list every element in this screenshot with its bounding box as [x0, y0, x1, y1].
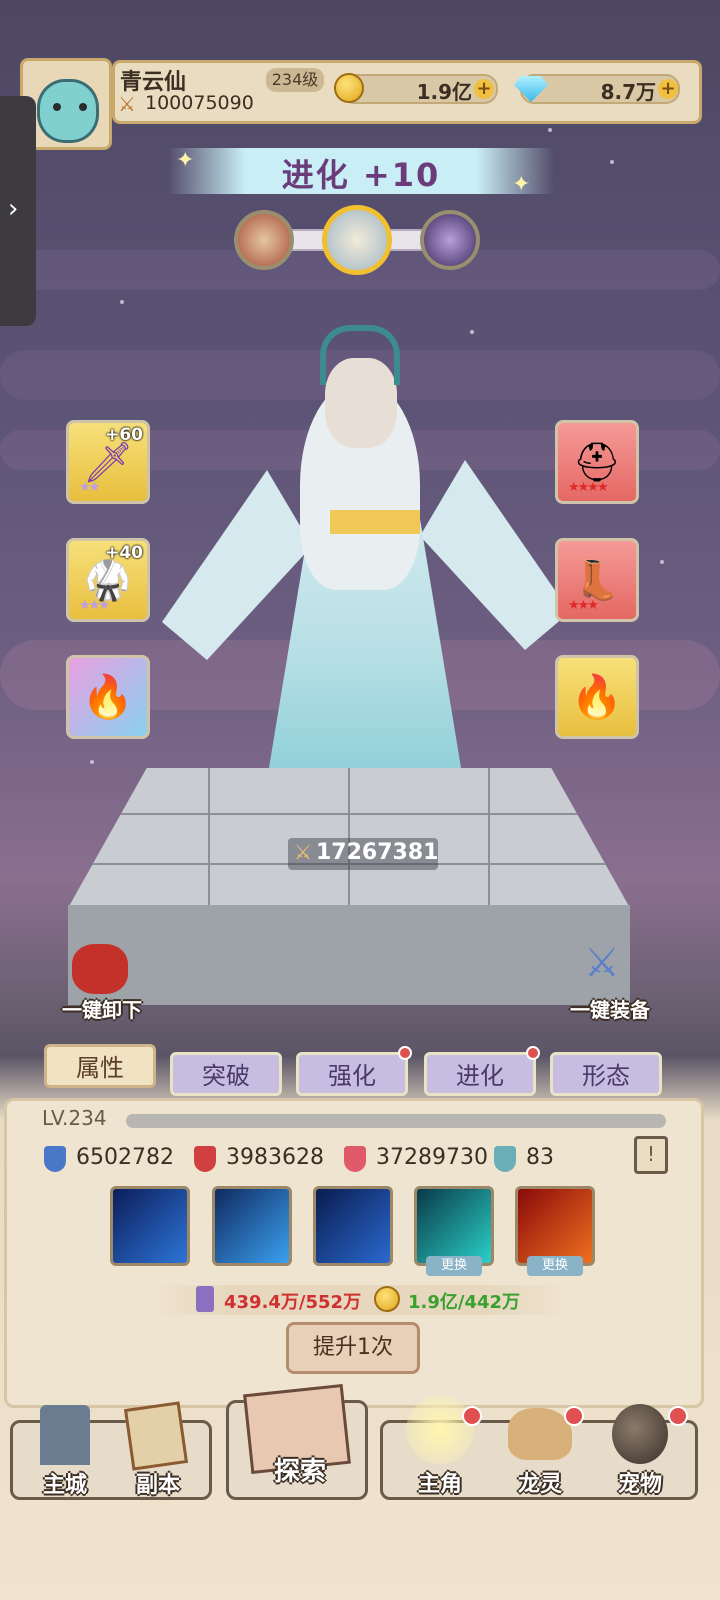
equip-all-label: 一键装备	[570, 998, 650, 1022]
tab-enhance[interactable]: 强化	[296, 1052, 408, 1096]
scroll-book-icon	[123, 1401, 189, 1471]
info-icon[interactable]: !	[634, 1136, 668, 1174]
helmet-icon: ⛑	[572, 439, 622, 484]
upgrade-once-button[interactable]: 提升1次	[286, 1322, 420, 1374]
resist-shield-icon	[494, 1146, 516, 1172]
gold-cost: 1.9亿/442万	[408, 1292, 521, 1313]
sword-icon: 🗡	[82, 439, 134, 486]
equip-all-button[interactable]: ⚔ 一键装备	[566, 940, 656, 1022]
nav-explore[interactable]: 探索	[226, 1383, 368, 1500]
enhance-level: +40	[105, 543, 143, 563]
equip-slot-helmet[interactable]: ⛑ ★★★★	[555, 420, 639, 504]
power-icon: ⚔	[294, 840, 312, 864]
evolution-stage-previous[interactable]	[234, 210, 294, 270]
player-level: 234级	[266, 68, 324, 92]
dragon-head-icon	[508, 1408, 572, 1460]
skill-slot-5[interactable]	[515, 1186, 595, 1266]
stat-attack: 3983628	[226, 1145, 324, 1170]
gold-coin-icon	[374, 1286, 400, 1312]
armor-icon: 🥋	[84, 557, 132, 602]
equip-slot-flame-rainbow[interactable]: 🔥	[66, 655, 150, 739]
crossed-swords-icon: ⚔	[584, 940, 620, 986]
tab-attributes[interactable]: 属性	[44, 1044, 156, 1088]
swap-skill-button[interactable]: 更换	[426, 1256, 482, 1276]
gem-value: 8.7万	[600, 80, 656, 104]
chevron-right-icon: ›	[8, 194, 19, 224]
stat-defense: 6502782	[76, 1145, 174, 1170]
tab-form[interactable]: 形态	[550, 1052, 662, 1096]
hero-level: LV.234	[42, 1106, 107, 1130]
enhance-level: +60	[105, 425, 143, 445]
castle-icon	[40, 1405, 90, 1465]
skill-slot-3[interactable]	[313, 1186, 393, 1266]
gold-value: 1.9亿	[416, 80, 472, 104]
equip-slot-weapon[interactable]: 🗡 +60 ★★	[66, 420, 150, 504]
stone-platform-side	[68, 905, 630, 1005]
nav-dungeon-label: 副本	[135, 1473, 180, 1498]
character-power-badge: ⚔ 17267381	[288, 838, 438, 870]
skill-slot-4[interactable]	[414, 1186, 494, 1266]
unequip-all-button[interactable]: 一键卸下	[62, 940, 142, 1022]
player-power: 100075090	[145, 92, 254, 114]
skill-slot-2[interactable]	[212, 1186, 292, 1266]
flame-icon: 🔥	[81, 672, 135, 721]
stat-health: 37289730	[376, 1145, 488, 1170]
unequip-all-label: 一键卸下	[62, 998, 142, 1022]
notification-dot	[526, 1046, 540, 1060]
add-gold-button[interactable]: +	[474, 79, 494, 99]
material-crystal-icon	[196, 1286, 214, 1312]
sparkle-icon: ✦	[512, 172, 531, 197]
attack-sword-icon	[194, 1146, 216, 1172]
pet-egg-icon	[612, 1404, 668, 1464]
star-rating: ★★★	[79, 598, 110, 613]
tab-breakthrough[interactable]: 突破	[170, 1052, 282, 1096]
nav-dungeon[interactable]: 副本	[118, 1395, 198, 1498]
equip-slot-flame-gold[interactable]: 🔥	[555, 655, 639, 739]
stat-resist: 83	[526, 1145, 554, 1170]
nav-pet-label: 宠物	[617, 1472, 662, 1497]
nav-city[interactable]: 主城	[30, 1395, 100, 1498]
evolution-stage-current[interactable]	[322, 205, 392, 275]
notification-dot	[398, 1046, 412, 1060]
tab-evolve[interactable]: 进化	[424, 1052, 536, 1096]
hero-dragon-icon	[406, 1396, 474, 1464]
equip-slot-armor[interactable]: 🥋 +40 ★★★	[66, 538, 150, 622]
swap-skill-button[interactable]: 更换	[527, 1256, 583, 1276]
star-rating: ★★★★	[568, 480, 609, 495]
nav-dragon-label: 龙灵	[517, 1472, 562, 1497]
notification-dot	[564, 1406, 584, 1426]
nav-pet[interactable]: 宠物	[598, 1390, 682, 1497]
star-rating: ★★	[79, 480, 100, 495]
nav-hero-label: 主角	[417, 1472, 462, 1497]
character-antlers	[320, 325, 400, 385]
power-icon: ⚔	[118, 92, 136, 116]
nav-city-label: 主城	[42, 1473, 87, 1498]
equip-slot-boots[interactable]: 👢 ★★★	[555, 538, 639, 622]
evolution-title: 进化 +10	[281, 156, 441, 194]
flame-icon: 🔥	[570, 672, 624, 721]
health-heart-icon	[344, 1146, 366, 1172]
character-sleeve	[420, 460, 570, 650]
star-rating: ★★★	[568, 598, 599, 613]
notification-dot	[668, 1406, 688, 1426]
nav-explore-label: 探索	[273, 1457, 326, 1487]
sparkle-icon: ✦	[176, 148, 195, 173]
skill-slot-1[interactable]	[110, 1186, 190, 1266]
character-sleeve	[162, 470, 312, 660]
notification-dot	[462, 1406, 482, 1426]
level-progress-bar	[126, 1114, 666, 1128]
bag-icon	[72, 944, 128, 994]
character-power: 17267381	[316, 840, 439, 865]
evolution-stage-next[interactable]	[420, 210, 480, 270]
add-gems-button[interactable]: +	[658, 79, 678, 99]
boots-icon: 👢	[573, 557, 621, 602]
material-cost: 439.4万/552万	[224, 1292, 362, 1313]
character-sash	[330, 510, 420, 534]
gold-coin-icon	[334, 73, 364, 103]
side-drawer-toggle[interactable]: ›	[0, 96, 36, 326]
defense-shield-icon	[44, 1146, 66, 1172]
